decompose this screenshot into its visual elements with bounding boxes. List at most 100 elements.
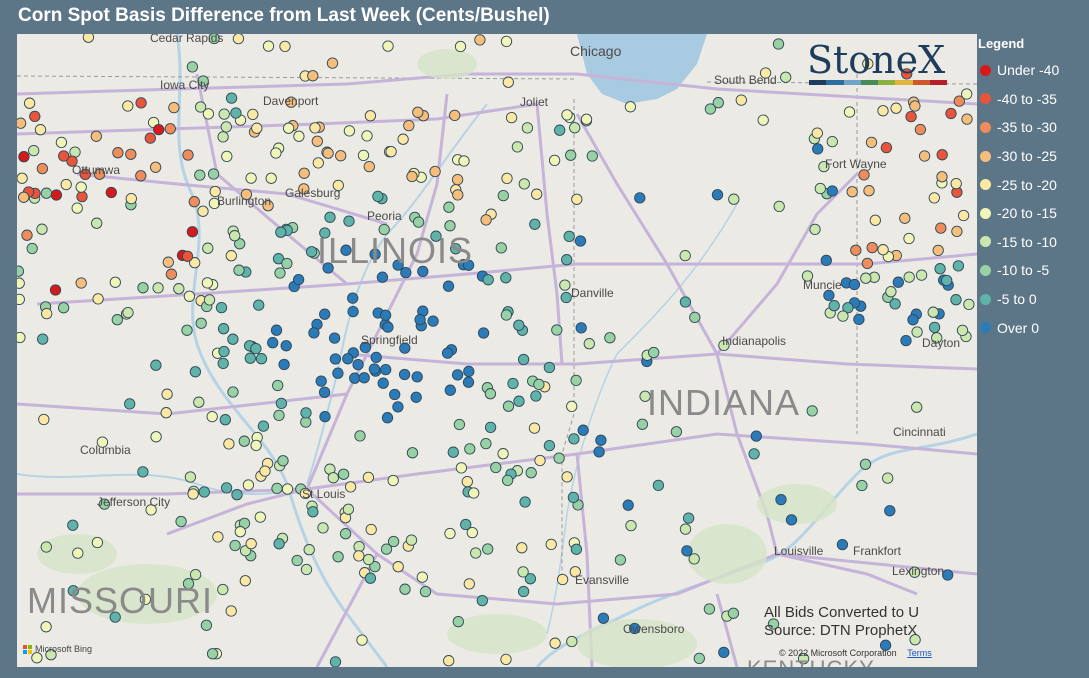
bid-location-marker[interactable] [443, 201, 455, 213]
bid-location-marker[interactable] [580, 113, 593, 125]
bid-location-marker[interactable] [347, 292, 359, 304]
bid-location-marker[interactable] [57, 302, 70, 314]
bid-location-marker[interactable] [554, 124, 566, 136]
bid-location-marker[interactable] [648, 346, 660, 359]
bid-location-marker[interactable] [443, 655, 455, 667]
bid-location-marker[interactable] [370, 351, 382, 364]
bid-location-marker[interactable] [559, 279, 571, 291]
bid-location-marker[interactable] [693, 652, 705, 665]
bid-location-marker[interactable] [957, 209, 970, 222]
bid-location-marker[interactable] [382, 321, 394, 333]
bid-location-marker[interactable] [311, 135, 323, 147]
bid-location-marker[interactable] [950, 177, 962, 190]
bid-location-marker[interactable] [372, 190, 384, 203]
bid-location-marker[interactable] [271, 482, 283, 495]
bid-location-marker[interactable] [34, 124, 47, 136]
bid-location-marker[interactable] [90, 130, 102, 142]
bid-location-marker[interactable] [187, 488, 199, 500]
bid-location-marker[interactable] [272, 379, 284, 392]
bid-location-marker[interactable] [577, 424, 589, 436]
bid-location-marker[interactable] [206, 648, 219, 660]
bid-location-marker[interactable] [718, 646, 730, 659]
bid-location-marker[interactable] [574, 235, 587, 247]
bid-location-marker[interactable] [903, 232, 915, 245]
bid-location-marker[interactable] [780, 71, 792, 83]
bid-location-marker[interactable] [343, 125, 356, 137]
bid-location-marker[interactable] [531, 188, 543, 200]
bid-location-marker[interactable] [273, 538, 285, 550]
bid-location-marker[interactable] [257, 420, 270, 432]
bid-location-marker[interactable] [329, 656, 342, 667]
bid-location-marker[interactable] [911, 326, 923, 338]
bid-location-marker[interactable] [273, 409, 285, 422]
bid-location-marker[interactable] [811, 127, 823, 139]
bid-location-marker[interactable] [36, 223, 48, 235]
bid-location-marker[interactable] [363, 160, 375, 173]
legend-item[interactable]: -10 to -5 [978, 256, 1089, 285]
bid-location-marker[interactable] [482, 543, 494, 555]
bid-location-marker[interactable] [60, 178, 72, 191]
legend-item[interactable]: Under -40 [978, 56, 1089, 85]
bid-location-marker[interactable] [689, 311, 701, 324]
bid-location-marker[interactable] [560, 291, 572, 304]
bid-location-marker[interactable] [75, 181, 87, 193]
bid-location-marker[interactable] [242, 479, 255, 491]
bid-location-marker[interactable] [300, 407, 312, 419]
bid-location-marker[interactable] [511, 141, 524, 153]
bid-location-marker[interactable] [247, 108, 259, 121]
bid-location-marker[interactable] [212, 531, 224, 543]
bid-location-marker[interactable] [389, 388, 401, 401]
bid-location-marker[interactable] [125, 192, 137, 205]
bid-location-marker[interactable] [785, 514, 798, 526]
bid-location-marker[interactable] [500, 272, 512, 284]
bid-location-marker[interactable] [563, 230, 575, 243]
bid-location-marker[interactable] [463, 578, 475, 590]
bid-location-marker[interactable] [28, 144, 40, 157]
bid-location-marker[interactable] [568, 433, 580, 445]
bid-location-marker[interactable] [376, 271, 389, 283]
bid-location-marker[interactable] [703, 603, 716, 615]
bid-location-marker[interactable] [548, 154, 561, 167]
bid-location-marker[interactable] [451, 369, 464, 381]
bid-location-marker[interactable] [728, 193, 740, 205]
bid-location-marker[interactable] [519, 496, 531, 508]
bid-location-marker[interactable] [500, 653, 512, 666]
bid-location-marker[interactable] [282, 122, 295, 134]
bid-location-marker[interactable] [21, 229, 33, 241]
bid-location-marker[interactable] [332, 367, 344, 379]
bid-location-marker[interactable] [477, 327, 490, 339]
bid-location-marker[interactable] [458, 155, 470, 167]
legend-item[interactable]: -30 to -25 [978, 142, 1089, 171]
bid-location-marker[interactable] [936, 171, 948, 183]
bid-location-marker[interactable] [17, 172, 28, 184]
bid-location-marker[interactable] [377, 377, 389, 389]
bid-location-marker[interactable] [229, 539, 241, 552]
bid-location-marker[interactable] [889, 298, 901, 310]
bid-location-marker[interactable] [932, 244, 944, 257]
bid-location-marker[interactable] [704, 103, 717, 115]
bid-location-marker[interactable] [614, 554, 627, 566]
bid-location-marker[interactable] [419, 585, 432, 598]
bid-location-marker[interactable] [463, 365, 475, 378]
legend-item[interactable]: -25 to -20 [978, 170, 1089, 199]
bid-location-marker[interactable] [280, 340, 292, 352]
bid-location-marker[interactable] [203, 294, 216, 306]
bid-location-marker[interactable] [109, 276, 121, 288]
bid-location-marker[interactable] [233, 264, 245, 276]
bid-location-marker[interactable] [206, 410, 218, 423]
bid-location-marker[interactable] [863, 185, 875, 197]
bid-location-marker[interactable] [221, 150, 233, 163]
bid-location-marker[interactable] [941, 274, 953, 287]
bid-location-marker[interactable] [914, 123, 927, 136]
bid-location-marker[interactable] [111, 314, 123, 326]
bid-location-marker[interactable] [173, 283, 185, 295]
bid-location-marker[interactable] [809, 223, 821, 236]
bid-location-marker[interactable] [399, 583, 411, 595]
bid-location-marker[interactable] [135, 97, 147, 109]
legend-item[interactable]: Over 0 [978, 313, 1089, 342]
bid-location-marker[interactable] [244, 352, 256, 364]
bid-location-marker[interactable] [23, 97, 36, 109]
bid-location-marker[interactable] [853, 313, 865, 326]
bid-location-marker[interactable] [566, 400, 578, 413]
bid-location-marker[interactable] [29, 110, 41, 123]
